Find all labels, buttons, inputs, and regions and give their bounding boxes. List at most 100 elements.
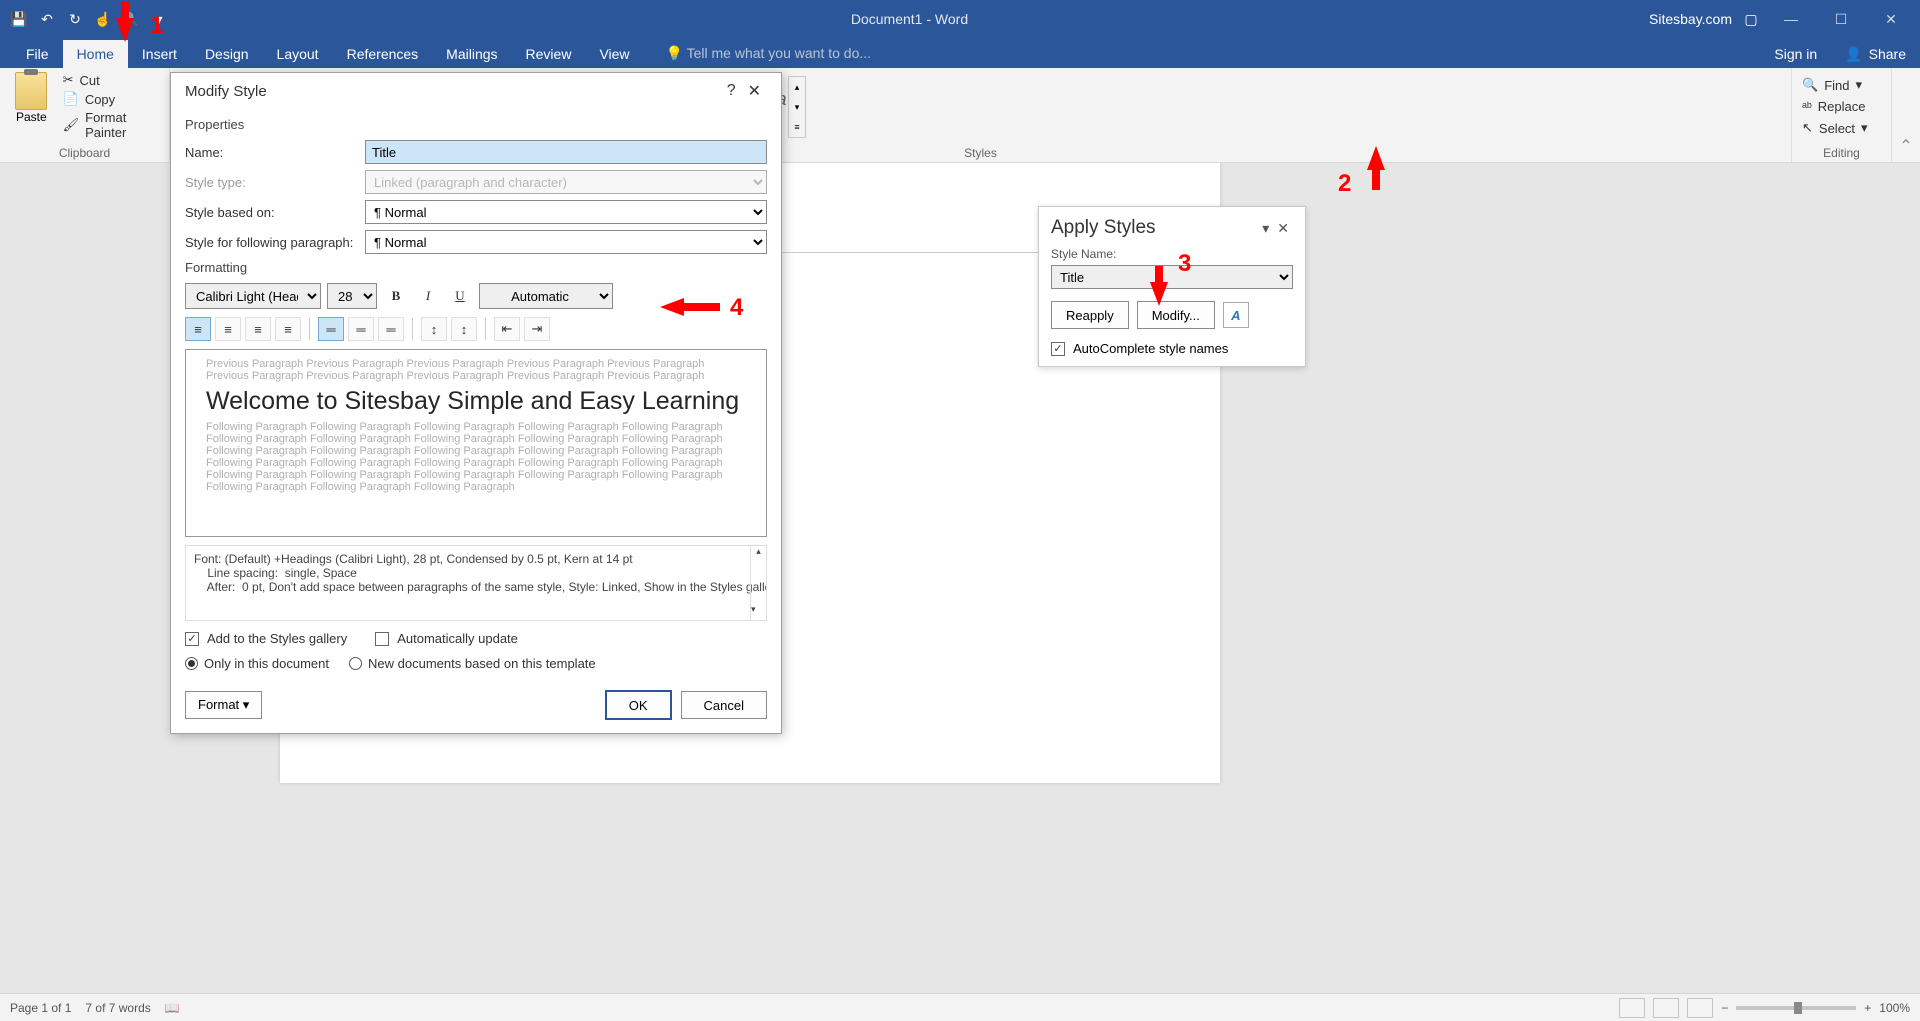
font-color-select[interactable]: Automatic [479, 283, 613, 309]
tab-view[interactable]: View [585, 40, 643, 68]
read-mode-button[interactable] [1619, 998, 1645, 1018]
editing-group: 🔍Find ▾ ᵃᵇReplace ↖Select ▾ Editing [1792, 68, 1892, 162]
style-name-input[interactable] [365, 140, 767, 164]
redo-icon[interactable]: ↻ [64, 8, 86, 30]
modify-style-dialog: Modify Style ? ✕ Properties Name: Style … [170, 72, 782, 734]
pane-style-name-select[interactable]: Title [1051, 265, 1293, 289]
cut-button[interactable]: ✂Cut [63, 72, 159, 88]
based-on-select[interactable]: ¶ Normal [365, 200, 767, 224]
name-label: Name: [185, 145, 365, 160]
copy-button[interactable]: 📄Copy [63, 91, 159, 107]
zoom-level[interactable]: 100% [1879, 1001, 1910, 1015]
select-button[interactable]: ↖Select ▾ [1802, 117, 1881, 139]
annotation-arrow-4 [660, 298, 684, 316]
zoom-out-button[interactable]: − [1721, 1001, 1728, 1015]
auto-update-checkbox[interactable] [375, 632, 389, 646]
pane-close-icon[interactable]: ✕ [1273, 220, 1293, 237]
find-button[interactable]: 🔍Find ▾ [1802, 74, 1881, 96]
save-icon[interactable]: 💾 [8, 8, 30, 30]
new-docs-label: New documents based on this template [368, 656, 596, 671]
font-family-select[interactable]: Calibri Light (Headin [185, 283, 321, 309]
reapply-button[interactable]: Reapply [1051, 301, 1129, 329]
tell-me-search[interactable]: 💡 Tell me what you want to do... [652, 39, 886, 68]
new-docs-radio[interactable] [349, 657, 362, 670]
properties-section-label: Properties [185, 117, 767, 132]
auto-update-label: Automatically update [397, 631, 518, 646]
align-center-button[interactable]: ≡ [215, 317, 241, 341]
annotation-arrow-3 [1150, 282, 1168, 306]
align-right-button[interactable]: ≡ [245, 317, 271, 341]
autocomplete-checkbox[interactable] [1051, 342, 1065, 356]
only-this-doc-radio[interactable] [185, 657, 198, 670]
qat-more-icon[interactable]: ▾ [148, 8, 170, 30]
proofing-icon[interactable]: 📖 [165, 1001, 180, 1015]
window-title: Document1 - Word [178, 11, 1641, 27]
format-menu-button[interactable]: Format ▾ [185, 691, 262, 719]
preview-prev-para: Previous Paragraph Previous Paragraph Pr… [206, 358, 746, 382]
tab-review[interactable]: Review [512, 40, 586, 68]
italic-button[interactable]: I [415, 283, 441, 309]
dialog-close-icon[interactable]: ✕ [742, 81, 767, 101]
minimize-button[interactable]: ― [1770, 0, 1812, 38]
page-status[interactable]: Page 1 of 1 [10, 1001, 71, 1015]
format-painter-button[interactable]: 🖌Format Painter [63, 110, 159, 140]
following-select[interactable]: ¶ Normal [365, 230, 767, 254]
maximize-button[interactable]: ☐ [1820, 0, 1862, 38]
align-left-button[interactable]: ≡ [185, 317, 211, 341]
pane-menu-icon[interactable]: ▾ [1258, 220, 1273, 237]
word-count[interactable]: 7 of 7 words [85, 1001, 150, 1015]
tab-references[interactable]: References [333, 40, 433, 68]
desc-line-2: Line spacing: single, Space [194, 566, 758, 580]
cancel-button[interactable]: Cancel [681, 691, 767, 719]
close-button[interactable]: ✕ [1870, 0, 1912, 38]
replace-icon: ᵃᵇ [1802, 99, 1812, 114]
modify-button[interactable]: Modify... [1137, 301, 1215, 329]
indent-decrease-button[interactable]: ⇤ [494, 317, 520, 341]
quick-access-toolbar: 💾 ↶ ↻ ☝ 🔍 ▾ [0, 8, 178, 30]
share-button[interactable]: 👤Share [1835, 42, 1916, 67]
apply-styles-pane: Apply Styles ▾ ✕ Style Name: Title Reapp… [1038, 206, 1306, 367]
ribbon-options-icon[interactable]: ▢ [1740, 8, 1762, 30]
zoom-in-button[interactable]: + [1864, 1001, 1871, 1015]
indent-increase-button[interactable]: ⇥ [524, 317, 550, 341]
styles-dialog-icon[interactable]: A [1223, 302, 1249, 328]
formatting-section-label: Formatting [185, 260, 767, 275]
paste-icon [15, 72, 47, 110]
share-icon: 👤 [1845, 46, 1862, 63]
cut-label: Cut [80, 73, 100, 88]
ok-button[interactable]: OK [606, 691, 671, 719]
paste-button[interactable]: Paste [10, 72, 53, 140]
zoom-slider[interactable] [1736, 1006, 1856, 1010]
tab-layout[interactable]: Layout [263, 40, 333, 68]
space-before-dec-button[interactable]: ↕ [451, 317, 477, 341]
help-icon[interactable]: ? [721, 82, 742, 100]
description-scrollbar[interactable]: ▴▾ [750, 546, 766, 620]
styles-scroll[interactable]: ▴▾≡ [788, 76, 806, 138]
preview-box: Previous Paragraph Previous Paragraph Pr… [185, 349, 767, 537]
brush-icon: 🖌 [63, 117, 80, 133]
desc-line-3: After: 0 pt, Don't add space between par… [194, 580, 758, 594]
touch-mode-icon[interactable]: ☝ [92, 8, 114, 30]
web-layout-button[interactable] [1687, 998, 1713, 1018]
spacing-onehalf-button[interactable]: ═ [348, 317, 374, 341]
search-icon: 🔍 [1802, 77, 1818, 93]
tab-insert[interactable]: Insert [128, 40, 191, 68]
tab-home[interactable]: Home [63, 40, 128, 68]
bold-button[interactable]: B [383, 283, 409, 309]
tell-me-label: Tell me what you want to do... [687, 45, 871, 61]
print-layout-button[interactable] [1653, 998, 1679, 1018]
add-to-gallery-checkbox[interactable] [185, 632, 199, 646]
font-size-select[interactable]: 28 [327, 283, 377, 309]
align-justify-button[interactable]: ≡ [275, 317, 301, 341]
tab-file[interactable]: File [12, 40, 63, 68]
tab-mailings[interactable]: Mailings [432, 40, 511, 68]
collapse-ribbon-icon[interactable]: ⌃ [1899, 136, 1912, 156]
underline-button[interactable]: U [447, 283, 473, 309]
spacing-single-button[interactable]: ═ [318, 317, 344, 341]
sign-in-link[interactable]: Sign in [1760, 40, 1831, 68]
undo-icon[interactable]: ↶ [36, 8, 58, 30]
tab-design[interactable]: Design [191, 40, 263, 68]
spacing-double-button[interactable]: ═ [378, 317, 404, 341]
replace-button[interactable]: ᵃᵇReplace [1802, 96, 1881, 117]
space-before-inc-button[interactable]: ↕ [421, 317, 447, 341]
